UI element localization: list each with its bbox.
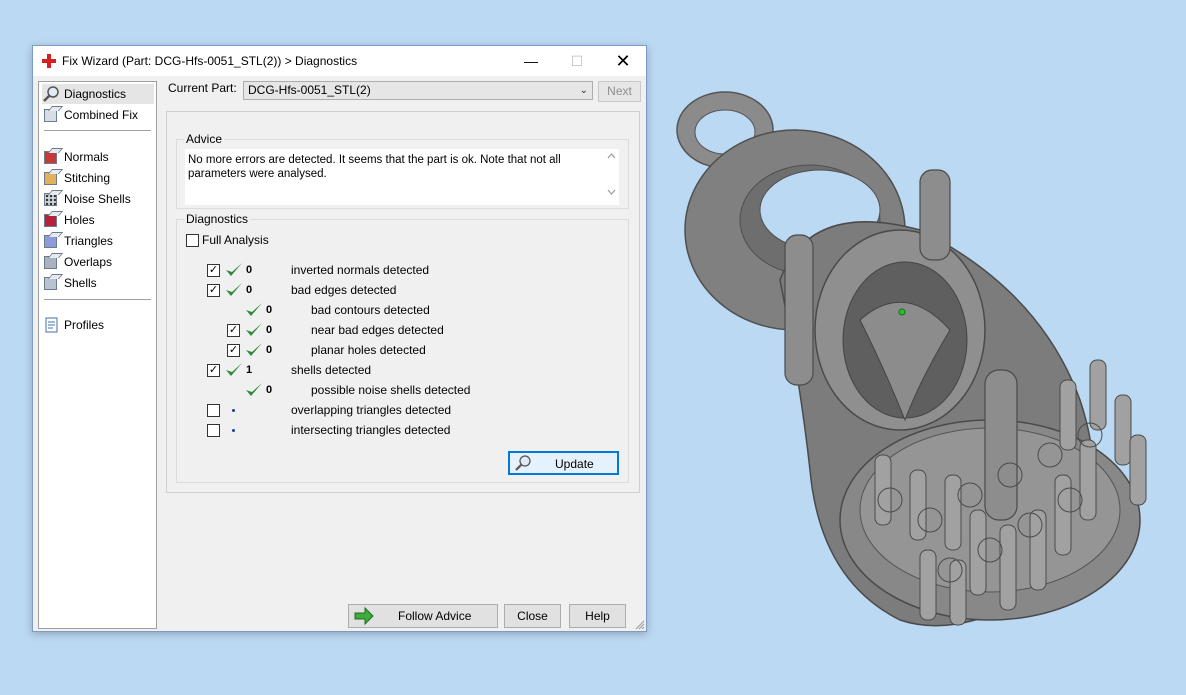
pending-dot-icon	[232, 409, 235, 412]
advice-scrollbar[interactable]	[604, 149, 619, 199]
diagnostics-legend: Diagnostics	[184, 212, 251, 226]
sidebar-item-label: Triangles	[64, 234, 113, 248]
close-button[interactable]: Close	[504, 604, 561, 628]
current-part-dropdown[interactable]: DCG-Hfs-0051_STL(2) ⌄	[243, 81, 593, 100]
green-check-icon	[226, 283, 242, 296]
magnifier-icon	[515, 455, 531, 471]
profiles-icon	[45, 317, 58, 333]
green-check-icon	[246, 303, 262, 316]
diagnostic-checkbox[interactable]: ✓	[207, 364, 220, 377]
sidebar-item-label: Noise Shells	[64, 192, 131, 206]
update-label: Update	[555, 457, 594, 471]
diagnostic-label: possible noise shells detected	[311, 383, 471, 397]
diagnostic-count: 0	[266, 384, 273, 396]
diagnostic-count: 0	[246, 284, 253, 296]
diagnostic-label: near bad edges detected	[311, 323, 444, 337]
model-viewport[interactable]	[660, 80, 1180, 660]
overlaps-icon	[42, 253, 60, 271]
diagnostic-count: 0	[266, 324, 273, 336]
title-bar[interactable]: Fix Wizard (Part: DCG-Hfs-0051_STL(2)) >…	[33, 46, 646, 76]
scroll-up-icon	[607, 153, 616, 159]
normals-icon	[42, 148, 60, 166]
update-button[interactable]: Update	[508, 451, 619, 475]
diagnostic-count: 0	[266, 304, 273, 316]
sidebar-item-label: Diagnostics	[64, 87, 127, 101]
next-button[interactable]: Next	[598, 81, 641, 102]
follow-advice-label: Follow Advice	[398, 609, 472, 623]
sidebar-item-normals[interactable]: Normals	[42, 147, 154, 167]
diagnostic-checkbox[interactable]: ✓	[227, 324, 240, 337]
sidebar-divider	[44, 130, 151, 131]
diagnostic-checkbox[interactable]	[207, 404, 220, 417]
pending-dot-icon	[232, 429, 235, 432]
sidebar-item-diagnostics[interactable]: Diagnostics	[42, 84, 154, 104]
green-check-icon	[226, 263, 242, 276]
sidebar-item-holes[interactable]: Holes	[42, 210, 154, 230]
close-window-button[interactable]: ✕	[600, 46, 646, 76]
window-title: Fix Wizard (Part: DCG-Hfs-0051_STL(2)) >…	[62, 54, 358, 68]
diagnostic-count: 0	[246, 264, 253, 276]
diagnostic-label: intersecting triangles detected	[291, 423, 451, 437]
scroll-down-icon	[607, 189, 616, 195]
chevron-down-icon: ⌄	[579, 85, 588, 96]
sidebar-item-label: Holes	[64, 213, 95, 227]
combined-fix-icon	[42, 106, 60, 124]
shells-icon	[42, 274, 60, 292]
sidebar-item-label: Stitching	[64, 171, 111, 185]
sidebar-item-shells[interactable]: Shells	[42, 273, 154, 293]
diagnostic-label: planar holes detected	[311, 343, 426, 357]
3d-part-model	[676, 91, 1147, 627]
sidebar-item-profiles[interactable]: Profiles	[42, 315, 154, 335]
follow-advice-button[interactable]: Follow Advice	[348, 604, 498, 628]
noise-shells-icon	[42, 190, 60, 208]
fix-wizard-window: Fix Wizard (Part: DCG-Hfs-0051_STL(2)) >…	[32, 45, 647, 632]
sidebar-item-overlaps[interactable]: Overlaps	[42, 252, 154, 272]
resize-grip-icon[interactable]	[635, 620, 645, 630]
sidebar-item-label: Normals	[64, 150, 109, 164]
sidebar-item-label: Overlaps	[64, 255, 113, 269]
advice-text: No more errors are detected. It seems th…	[188, 154, 561, 180]
diagnostic-label: bad edges detected	[291, 283, 397, 297]
green-check-icon	[226, 363, 242, 376]
green-check-icon	[246, 323, 262, 336]
minimize-button[interactable]: —	[508, 46, 554, 76]
sidebar-divider	[44, 299, 151, 300]
diagnostic-count: 0	[266, 344, 273, 356]
maximize-button[interactable]: ☐	[554, 46, 600, 76]
green-check-icon	[246, 343, 262, 356]
magnifier-icon	[43, 86, 59, 102]
sidebar-item-label: Combined Fix	[64, 108, 139, 122]
diagnostic-checkbox[interactable]: ✓	[207, 264, 220, 277]
help-button[interactable]: Help	[569, 604, 626, 628]
stitching-icon	[42, 169, 60, 187]
sidebar-item-combined-fix[interactable]: Combined Fix	[42, 105, 154, 125]
diagnostic-label: inverted normals detected	[291, 263, 430, 277]
diagnostic-label: overlapping triangles detected	[291, 403, 452, 417]
wizard-sidebar: Diagnostics Combined Fix Normals Stitchi…	[38, 81, 157, 629]
sidebar-item-label: Shells	[64, 276, 97, 290]
current-part-value: DCG-Hfs-0051_STL(2)	[248, 83, 371, 97]
current-part-label: Current Part:	[168, 81, 237, 95]
diagnostic-checkbox[interactable]: ✓	[227, 344, 240, 357]
advice-legend: Advice	[184, 132, 225, 146]
arrow-right-icon	[354, 607, 374, 625]
full-analysis-checkbox[interactable]	[186, 234, 199, 247]
diagnostic-label: shells detected	[291, 363, 372, 377]
diagnostic-checkbox[interactable]: ✓	[207, 284, 220, 297]
full-analysis-label: Full Analysis	[202, 233, 269, 247]
diagnostic-checkbox[interactable]	[207, 424, 220, 437]
advice-textbox[interactable]: No more errors are detected. It seems th…	[185, 149, 619, 205]
sidebar-item-triangles[interactable]: Triangles	[42, 231, 154, 251]
diagnostic-label: bad contours detected	[311, 303, 430, 317]
sidebar-item-stitching[interactable]: Stitching	[42, 168, 154, 188]
diagnostic-count: 1	[246, 364, 253, 376]
green-check-icon	[246, 383, 262, 396]
sidebar-item-label: Profiles	[64, 318, 105, 332]
holes-icon	[42, 211, 60, 229]
red-cross-icon	[42, 54, 56, 68]
triangles-icon	[42, 232, 60, 250]
sidebar-item-noise-shells[interactable]: Noise Shells	[42, 189, 154, 209]
